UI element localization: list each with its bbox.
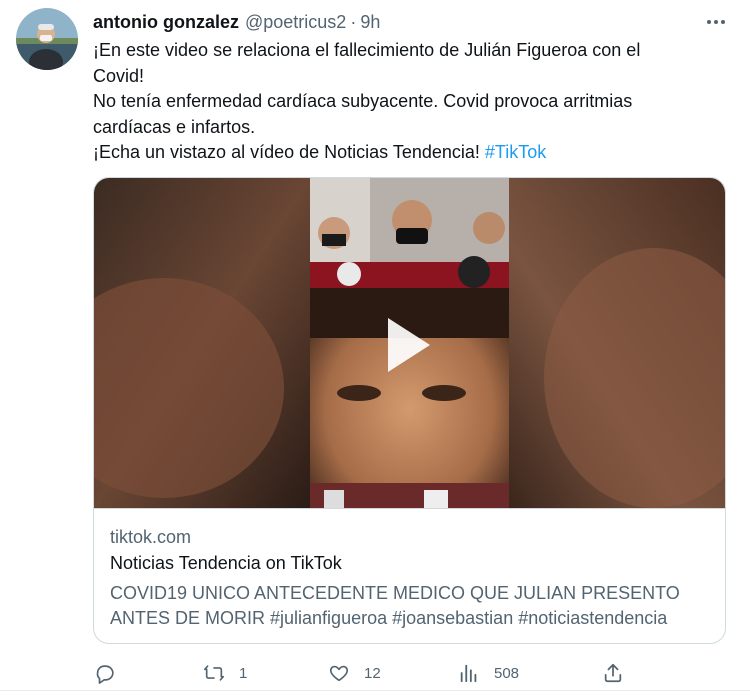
tweet-header: antonio gonzalez @poetricus2 · 9h [93,10,380,34]
tweet-text-line: ¡Echa un vistazo al vídeo de Noticias Te… [93,142,485,162]
card-description-line: COVID19 UNICO ANTECEDENTE MEDICO QUE JUL… [110,583,680,603]
like-count: 12 [364,664,381,682]
video-thumbnail[interactable] [94,178,725,508]
tweet-time[interactable]: 9h [360,12,380,32]
link-card[interactable]: tiktok.com Noticias Tendencia on TikTok … [93,177,726,644]
author-handle[interactable]: @poetricus2 [245,12,346,32]
reply-icon [96,665,114,684]
tweet-text-line: Covid! [93,65,145,86]
author-name[interactable]: antonio gonzalez [93,12,239,32]
like-button[interactable]: 12 [328,660,381,686]
heart-icon [329,665,349,682]
card-info[interactable]: tiktok.com Noticias Tendencia on TikTok … [94,508,725,643]
card-domain: tiktok.com [110,527,192,547]
tweet-text-line: ¡En este video se relaciona el fallecimi… [93,40,641,60]
hashtag-link[interactable]: #TikTok [485,142,546,162]
share-icon [604,663,622,683]
retweet-count: 1 [239,664,248,682]
views-count: 508 [494,664,520,682]
tweet[interactable]: antonio gonzalez @poetricus2 · 9h ¡En este … [0,0,750,696]
card-title: Noticias Tendencia on TikTok [110,553,342,573]
tweet-text-line: No tenía enfermedad cardíaca subyacente.… [93,91,633,111]
reply-button[interactable] [94,660,116,686]
action-bar: 1 12 508 [0,660,750,686]
retweet-button[interactable]: 1 [203,660,247,686]
tweet-text: ¡En este video se relaciona el fallecimi… [93,38,713,166]
card-description-line: ANTES DE MORIR #julianfigueroa #joanseba… [110,608,668,628]
analytics-icon [460,664,477,683]
play-icon[interactable] [388,318,430,372]
avatar[interactable] [16,8,78,70]
share-button[interactable] [602,660,624,686]
card-description: COVID19 UNICO ANTECEDENTE MEDICO QUE JUL… [110,581,715,631]
separator-dot: · [350,12,357,32]
tweet-text-line: cardíacas e infartos. [93,116,256,137]
more-dots-icon[interactable] [700,10,732,34]
views-button[interactable]: 508 [458,660,519,686]
retweet-icon [204,665,224,681]
divider [0,690,750,691]
